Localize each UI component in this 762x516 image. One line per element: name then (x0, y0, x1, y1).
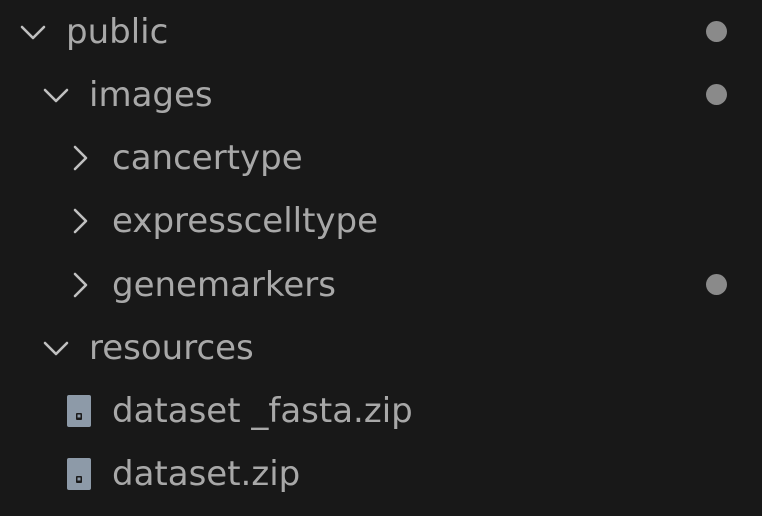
chevron-right-icon[interactable] (64, 143, 94, 173)
tree-item-label: public (66, 11, 169, 52)
modified-dot-icon (706, 84, 727, 105)
chevron-right-icon[interactable] (64, 206, 94, 236)
tree-item-dataset-zip[interactable]: dataset.zip (0, 442, 762, 505)
tree-item-label: dataset _fasta.zip (112, 390, 413, 431)
chevron-down-icon[interactable] (41, 80, 71, 110)
tree-item-label: images (89, 74, 213, 115)
file-explorer-tree: public images cancertype expresscelltype… (0, 0, 762, 516)
tree-item-dataset-fasta-zip[interactable]: dataset _fasta.zip (0, 379, 762, 442)
tree-item-label: cancertype (112, 137, 303, 178)
tree-item-cancertype[interactable]: cancertype (0, 126, 762, 189)
zip-file-icon (64, 394, 94, 428)
tree-item-label: genemarkers (112, 264, 336, 305)
tree-item-label: dataset.zip (112, 453, 301, 494)
chevron-down-icon[interactable] (41, 333, 71, 363)
tree-item-public[interactable]: public (0, 0, 762, 63)
modified-dot-icon (706, 274, 727, 295)
tree-item-resources[interactable]: resources (0, 316, 762, 379)
chevron-down-icon[interactable] (18, 17, 48, 47)
modified-dot-icon (706, 21, 727, 42)
tree-item-genemarkers[interactable]: genemarkers (0, 253, 762, 316)
tree-item-label: expresscelltype (112, 200, 379, 241)
tree-item-expresscelltype[interactable]: expresscelltype (0, 189, 762, 252)
tree-item-images[interactable]: images (0, 63, 762, 126)
chevron-right-icon[interactable] (64, 270, 94, 300)
tree-item-label: resources (89, 327, 254, 368)
zip-file-icon (64, 457, 94, 491)
